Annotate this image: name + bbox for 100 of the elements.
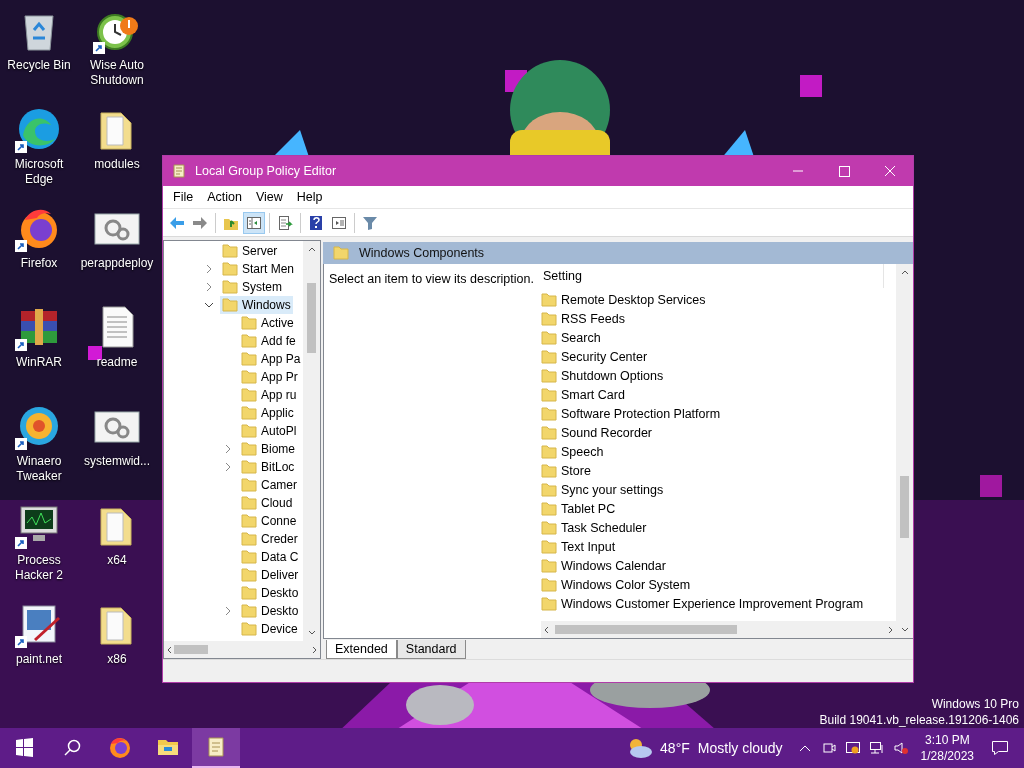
folder-icon <box>222 244 238 258</box>
tree-item[interactable]: Creder <box>261 532 298 546</box>
tree-item[interactable]: Device <box>261 622 298 636</box>
tree-item[interactable]: Deliver <box>261 568 299 582</box>
desktop-icon-label[interactable]: Process Hacker 2 <box>1 553 77 583</box>
setting-item[interactable]: Smart Card <box>561 387 625 402</box>
menu-item[interactable]: File <box>166 188 201 206</box>
folder-icon <box>241 460 257 474</box>
setting-item[interactable]: Remote Desktop Services <box>561 292 706 307</box>
menu-item[interactable]: View <box>248 188 290 206</box>
horizontal-scrollbar[interactable] <box>164 641 320 658</box>
folder-icon <box>241 568 257 582</box>
setting-item[interactable]: Shutdown Options <box>561 368 664 383</box>
setting-item[interactable]: Store <box>561 463 591 478</box>
tree-item[interactable]: Start Men <box>242 262 295 276</box>
setting-item[interactable]: Sound Recorder <box>561 425 653 440</box>
tree-item[interactable]: Cloud <box>261 496 293 510</box>
tree-pane-icon[interactable] <box>243 211 265 234</box>
tree-item[interactable]: AutoPl <box>261 424 297 438</box>
setting-item[interactable]: Windows Color System <box>561 577 691 592</box>
folder-icon <box>241 514 257 528</box>
setting-item[interactable]: Search <box>561 330 601 345</box>
window-title: Local Group Policy Editor <box>195 164 337 178</box>
vertical-scrollbar[interactable] <box>303 241 320 641</box>
tree-item[interactable]: Deskto <box>261 586 299 600</box>
tree-item[interactable]: Server <box>242 244 278 258</box>
folder-icon <box>241 334 257 348</box>
folder-icon <box>222 262 238 276</box>
column-header[interactable]: Setting <box>541 264 884 288</box>
desktop-icon-label[interactable]: WinRAR <box>16 355 62 370</box>
tree-item[interactable]: Active <box>261 316 294 330</box>
scroll-thumb[interactable] <box>555 625 737 634</box>
notification-icon[interactable] <box>990 738 1010 758</box>
setting-item[interactable]: RSS Feeds <box>561 311 625 326</box>
setting-item[interactable]: Windows Calendar <box>561 558 666 573</box>
folder-icon <box>241 424 257 438</box>
setting-item[interactable]: Text Input <box>561 539 616 554</box>
tree-item[interactable]: Add fe <box>261 334 296 348</box>
view-tab[interactable]: Standard <box>396 640 466 659</box>
tree-item[interactable]: App Pr <box>261 370 298 384</box>
menu-item[interactable]: Help <box>289 188 330 206</box>
speaker-muted-icon[interactable] <box>892 740 909 756</box>
desktop-icon-label[interactable]: x64 <box>107 553 127 568</box>
folder-icon <box>541 596 557 611</box>
vertical-scrollbar[interactable] <box>896 264 913 638</box>
expand-chevron-icon[interactable] <box>223 606 233 616</box>
temperature-text[interactable]: 48°F <box>660 740 690 756</box>
folder-icon <box>541 349 557 364</box>
desktop-icon-label[interactable]: paint.net <box>15 652 62 667</box>
folder-icon <box>541 539 557 554</box>
description-text: Select an item to view its description. <box>328 271 535 288</box>
folder-icon <box>241 352 257 366</box>
neon-square <box>980 475 1002 497</box>
scroll-thumb[interactable] <box>900 476 909 538</box>
device-warning-icon[interactable] <box>844 740 861 756</box>
tree-item[interactable]: Camer <box>261 478 297 492</box>
tree-item[interactable]: Conne <box>261 514 297 528</box>
scroll-thumb[interactable] <box>307 283 316 353</box>
desktop-icon-label[interactable]: Wise Auto Shutdown <box>79 58 155 88</box>
desktop-icon-label[interactable]: Firefox <box>20 256 58 271</box>
scroll-icon[interactable] <box>192 728 240 768</box>
weather-text[interactable]: Mostly cloudy <box>697 740 783 756</box>
desktop-icon-label[interactable]: Winaero Tweaker <box>1 454 77 484</box>
folder-icon <box>541 577 557 592</box>
desktop-icon-label[interactable]: Microsoft Edge <box>1 157 77 187</box>
setting-item[interactable]: Task Scheduler <box>561 520 647 535</box>
folder-icon <box>241 604 257 618</box>
desktop-icon-label[interactable]: readme <box>96 355 138 370</box>
os-version-text: Windows 10 Pro <box>931 697 1019 711</box>
network-icon[interactable] <box>868 740 885 756</box>
view-tab[interactable]: Extended <box>326 640 397 659</box>
collapse-chevron-icon[interactable] <box>204 300 214 310</box>
tree-item[interactable]: Biome <box>261 442 295 456</box>
desktop-icon-label[interactable]: Recycle Bin <box>7 58 71 73</box>
tree-item[interactable]: App Pa <box>261 352 301 366</box>
folder-icon <box>241 442 257 456</box>
folder-icon <box>241 496 257 510</box>
desktop-icon-label[interactable]: systemwid... <box>84 454 150 469</box>
menu-item[interactable]: Action <box>200 188 249 206</box>
setting-item[interactable]: Security Center <box>561 349 648 364</box>
tree-item[interactable]: Applic <box>261 406 294 420</box>
tree-item[interactable]: Deskto <box>261 604 299 618</box>
setting-item[interactable]: Sync your settings <box>561 482 664 497</box>
tree-item[interactable]: Data C <box>261 550 299 564</box>
setting-item[interactable]: Windows Customer Experience Improvement Program <box>561 596 864 611</box>
setting-item[interactable]: Software Protection Platform <box>561 406 721 421</box>
clock-time[interactable]: 3:10 PM <box>924 732 970 748</box>
tree-item[interactable]: BitLoc <box>261 460 295 474</box>
desktop-icon-label[interactable]: perappdeploy <box>80 256 154 271</box>
setting-item[interactable]: Tablet PC <box>561 501 616 516</box>
clock-date[interactable]: 1/28/2023 <box>920 748 974 764</box>
desktop-icon-label[interactable]: x86 <box>107 652 127 667</box>
scroll-thumb[interactable] <box>174 645 208 654</box>
tree-item[interactable]: App ru <box>261 388 297 402</box>
camera-icon[interactable] <box>820 740 837 756</box>
folder-icon <box>541 311 557 326</box>
tree-item[interactable]: System <box>242 280 282 294</box>
horizontal-scrollbar[interactable] <box>541 621 896 638</box>
setting-item[interactable]: Speech <box>561 444 604 459</box>
desktop-icon-label[interactable]: modules <box>94 157 140 172</box>
